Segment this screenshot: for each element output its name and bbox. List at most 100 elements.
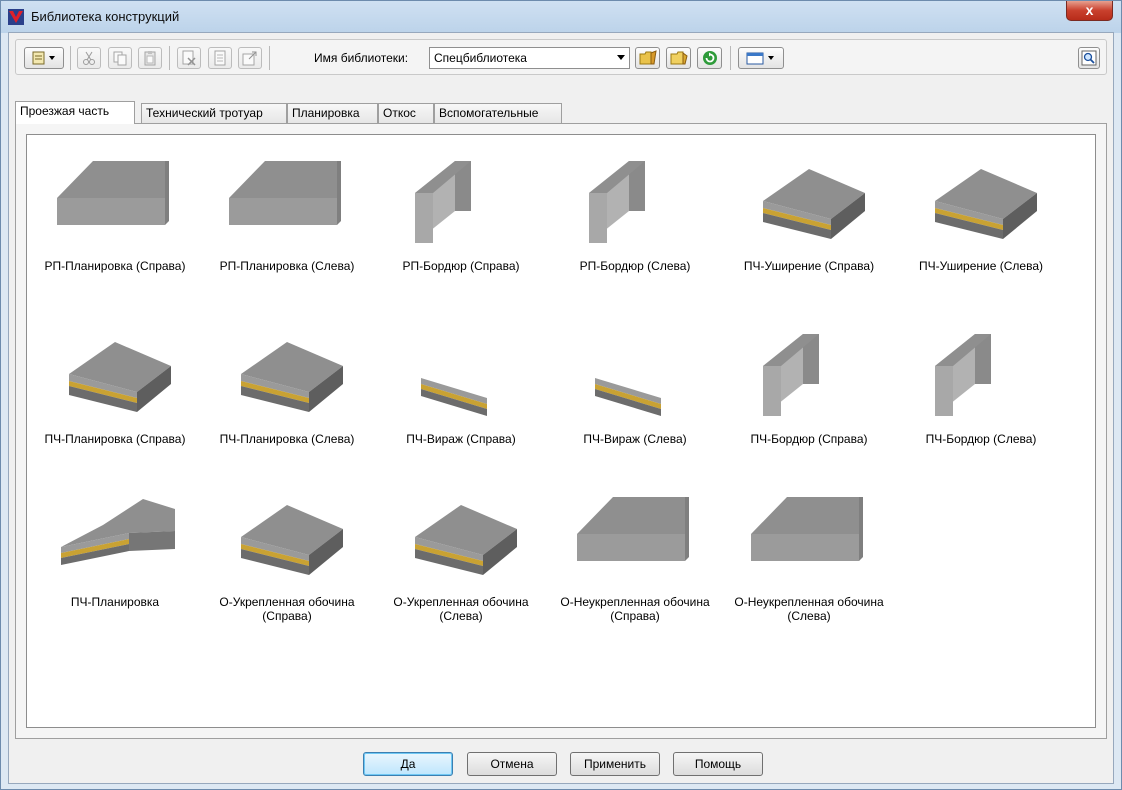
window-view-icon <box>746 52 774 65</box>
view-mode-dropdown-button[interactable] <box>738 47 784 69</box>
toolbar: Имя библиотеки: Спецбиблиотека <box>15 39 1107 75</box>
library-item-label: ПЧ-Уширение (Справа) <box>743 259 875 273</box>
library-dialog: Библиотека конструкций x Имя библиотеки:… <box>0 0 1122 790</box>
toolbar-separator <box>169 46 170 70</box>
chevron-down-icon <box>617 55 625 60</box>
construction-thumbnail-icon <box>595 346 661 416</box>
help-button[interactable]: Помощь <box>673 752 763 776</box>
refresh-button[interactable] <box>697 47 722 69</box>
new-library-dropdown-button[interactable] <box>24 47 64 69</box>
library-item[interactable]: О-Неукрепленная обочина (Слева) <box>721 489 897 623</box>
library-item[interactable]: ПЧ-Бордюр (Справа) <box>721 326 897 446</box>
construction-thumbnail-icon <box>577 497 689 561</box>
clipboard-icon <box>144 51 156 66</box>
library-items-view[interactable]: РП-Планировка (Справа) РП-Планировка (Сле… <box>26 134 1096 728</box>
library-item-label: ПЧ-Вираж (Справа) <box>406 432 516 446</box>
tab-slope[interactable]: Откос <box>378 103 434 123</box>
toolbar-separator <box>269 46 270 70</box>
paste-button[interactable] <box>138 47 162 69</box>
construction-thumbnail-icon <box>69 342 171 412</box>
folder-open-icon <box>639 50 657 65</box>
tab-grading[interactable]: Планировка <box>287 103 378 123</box>
library-name-value: Спецбиблиотека <box>434 51 527 65</box>
library-item[interactable]: ПЧ-Уширение (Справа) <box>721 153 897 273</box>
library-item-label: О-Неукрепленная обочина (Слева) <box>734 595 884 623</box>
dialog-client: Имя библиотеки: Спецбиблиотека Проезжая … <box>8 32 1114 784</box>
library-item[interactable]: О-Неукрепленная обочина (Справа) <box>547 489 723 623</box>
library-item-label: ПЧ-Вираж (Слева) <box>583 432 687 446</box>
save-library-button[interactable] <box>666 47 691 69</box>
library-item[interactable]: О-Укрепленная обочина (Справа) <box>199 489 375 623</box>
construction-thumbnail-icon <box>241 342 343 412</box>
toolbar-separator <box>730 46 731 70</box>
export-button[interactable] <box>238 47 262 69</box>
construction-thumbnail-icon <box>241 505 343 575</box>
document-icon <box>214 50 226 66</box>
library-name-label: Имя библиотеки: <box>314 51 409 65</box>
library-item-label: О-Неукрепленная обочина (Справа) <box>560 595 710 623</box>
construction-thumbnail-icon <box>421 346 487 416</box>
copy-button[interactable] <box>108 47 132 69</box>
preview-button[interactable] <box>1078 47 1100 69</box>
library-item[interactable]: ПЧ-Вираж (Слева) <box>547 326 723 446</box>
library-item-label: ПЧ-Уширение (Слева) <box>919 259 1043 273</box>
library-icon <box>32 51 55 65</box>
library-item[interactable]: РП-Бордюр (Слева) <box>547 153 723 273</box>
export-icon <box>242 51 257 66</box>
library-item[interactable]: РП-Планировка (Справа) <box>27 153 203 273</box>
construction-thumbnail-icon <box>61 499 175 565</box>
library-item[interactable]: ПЧ-Планировка (Слева) <box>199 326 375 446</box>
tab-auxiliary[interactable]: Вспомогательные <box>434 103 562 123</box>
delete-item-button[interactable] <box>177 47 201 69</box>
construction-thumbnail-icon <box>763 169 865 239</box>
construction-thumbnail-icon <box>763 334 819 416</box>
open-library-button[interactable] <box>635 47 660 69</box>
folder-icon <box>670 51 688 65</box>
library-item[interactable]: РП-Бордюр (Справа) <box>373 153 549 273</box>
library-item-label: РП-Планировка (Справа) <box>44 259 186 273</box>
library-item-label: РП-Планировка (Слева) <box>219 259 355 273</box>
title-bar[interactable]: Библиотека конструкций x <box>1 1 1121 33</box>
tab-panel: РП-Планировка (Справа) РП-Планировка (Сле… <box>15 123 1107 739</box>
document-delete-icon <box>182 50 196 66</box>
properties-button[interactable] <box>208 47 232 69</box>
apply-button[interactable]: Применить <box>570 752 660 776</box>
magnifier-icon <box>1081 50 1097 66</box>
construction-thumbnail-icon <box>935 334 991 416</box>
library-item[interactable]: ПЧ-Планировка <box>27 489 203 609</box>
library-item-label: РП-Бордюр (Слева) <box>579 259 691 273</box>
library-item[interactable]: ПЧ-Уширение (Слева) <box>893 153 1069 273</box>
library-item-label: ПЧ-Планировка (Слева) <box>219 432 355 446</box>
window-title: Библиотека конструкций <box>31 9 180 24</box>
toolbar-separator <box>70 46 71 70</box>
copy-icon <box>113 51 127 66</box>
construction-thumbnail-icon <box>751 497 863 561</box>
app-logo-icon <box>8 9 24 25</box>
tab-roadway[interactable]: Проезжая часть <box>15 101 135 124</box>
library-item-label: РП-Бордюр (Справа) <box>402 259 520 273</box>
cut-button[interactable] <box>77 47 101 69</box>
ok-button[interactable]: Да <box>363 752 453 776</box>
tab-technical-sidewalk[interactable]: Технический тротуар <box>141 103 287 123</box>
construction-thumbnail-icon <box>589 161 645 243</box>
library-name-select[interactable]: Спецбиблиотека <box>429 47 630 69</box>
construction-thumbnail-icon <box>229 161 341 225</box>
scissors-icon <box>83 51 95 65</box>
library-item[interactable]: О-Укрепленная обочина (Слева) <box>373 489 549 623</box>
library-item-label: ПЧ-Планировка <box>70 595 160 609</box>
library-item[interactable]: ПЧ-Вираж (Справа) <box>373 326 549 446</box>
library-item-label: О-Укрепленная обочина (Слева) <box>393 595 529 623</box>
library-item-label: ПЧ-Бордюр (Справа) <box>750 432 868 446</box>
library-item[interactable]: РП-Планировка (Слева) <box>199 153 375 273</box>
construction-thumbnail-icon <box>415 161 471 243</box>
library-item-label: ПЧ-Планировка (Справа) <box>44 432 186 446</box>
construction-thumbnail-icon <box>57 161 169 225</box>
cancel-button[interactable]: Отмена <box>467 752 557 776</box>
library-item[interactable]: ПЧ-Бордюр (Слева) <box>893 326 1069 446</box>
close-button[interactable]: x <box>1066 1 1113 21</box>
construction-thumbnail-icon <box>935 169 1037 239</box>
library-item-label: ПЧ-Бордюр (Слева) <box>925 432 1037 446</box>
refresh-icon <box>702 51 717 65</box>
library-item[interactable]: ПЧ-Планировка (Справа) <box>27 326 203 446</box>
construction-thumbnail-icon <box>415 505 517 575</box>
